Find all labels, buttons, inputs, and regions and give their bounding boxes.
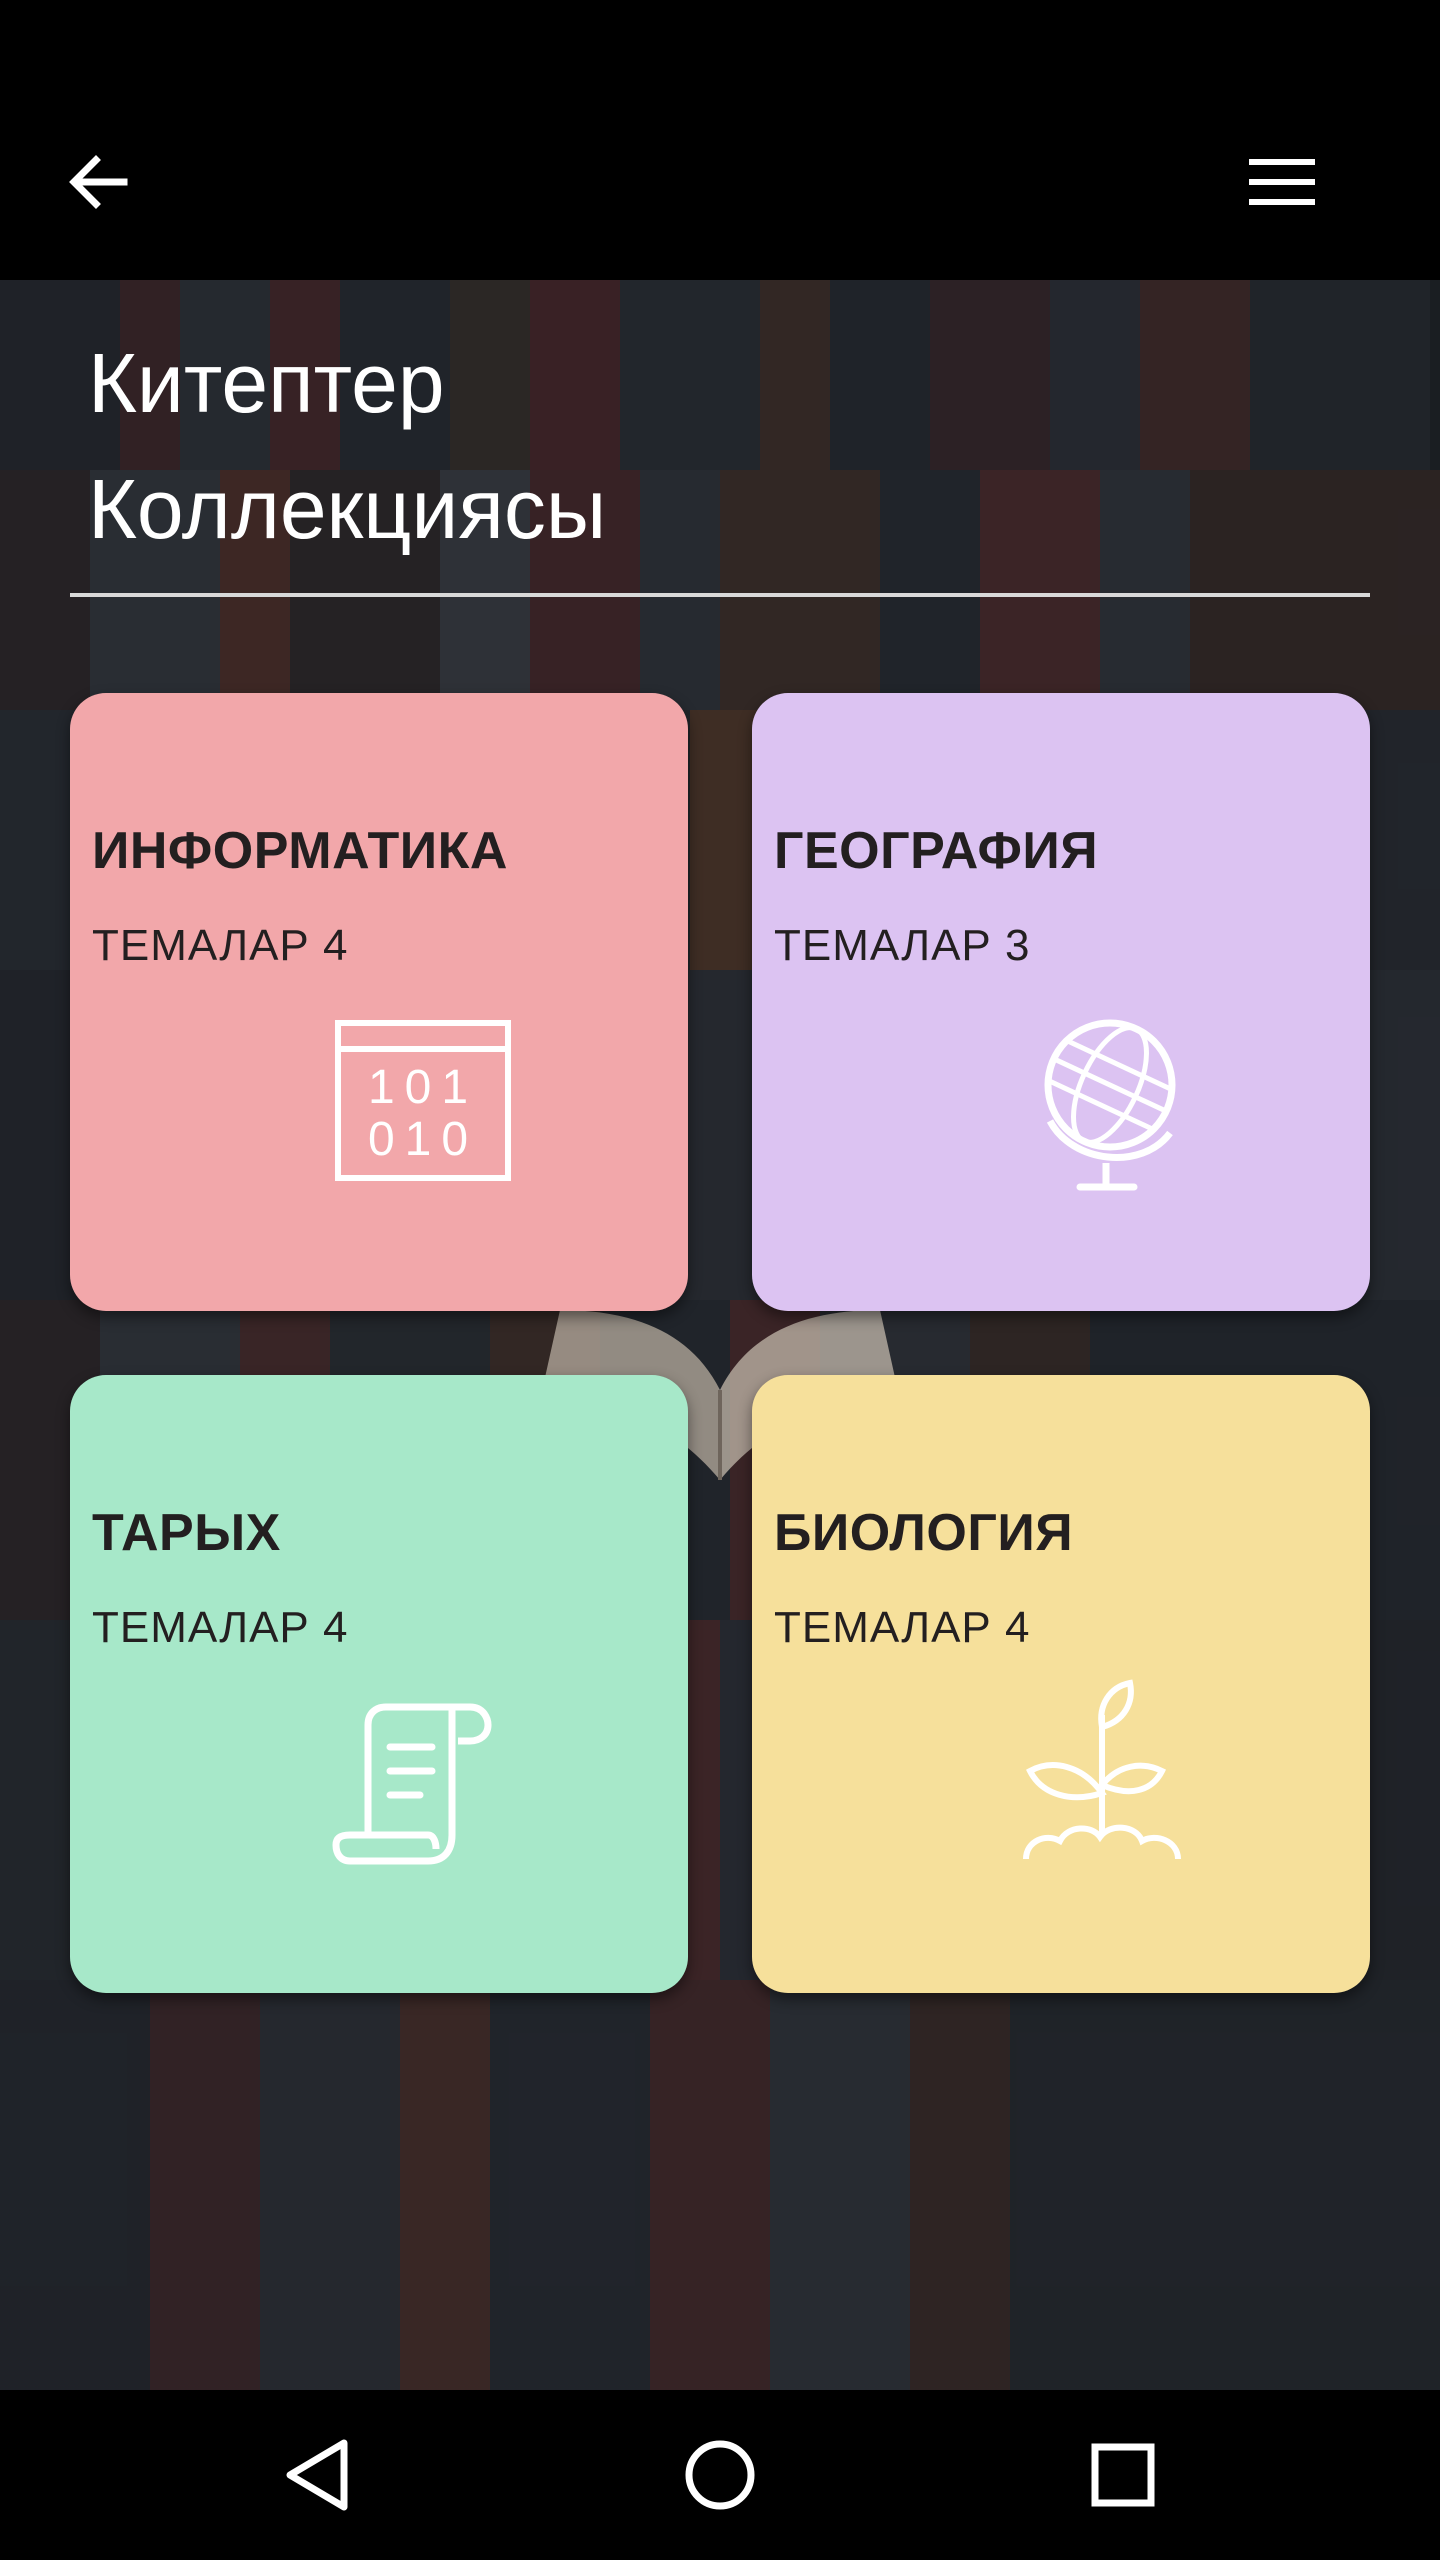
globe-icon	[1044, 1019, 1176, 1191]
title-divider	[70, 593, 1370, 597]
card-subtitle: ТЕМАЛАР 3	[774, 921, 1031, 970]
nav-back-triangle-icon	[286, 2439, 348, 2511]
card-title: БИОЛОГИЯ	[774, 1504, 1074, 1562]
main-content: Китептер Коллекциясы ИНФОРМАТИКА ТЕМАЛАР…	[0, 280, 1440, 2390]
nav-home-button[interactable]	[665, 2420, 775, 2530]
card-subtitle: ТЕМАЛАР 4	[774, 1603, 1031, 1652]
page-title-line1: Китептер	[88, 336, 445, 430]
nav-recents-square-icon	[1091, 2443, 1155, 2507]
back-button[interactable]	[56, 140, 140, 224]
app-bar	[0, 0, 1440, 280]
nav-back-button[interactable]	[262, 2420, 372, 2530]
card-geography[interactable]: ГЕОГРАФИЯ ТЕМАЛАР 3	[752, 693, 1370, 1311]
card-history[interactable]: ТАРЫХ ТЕМАЛАР 4	[70, 1375, 688, 1993]
svg-text:101: 101	[368, 1061, 478, 1114]
system-nav-bar	[0, 2390, 1440, 2560]
svg-text:010: 010	[368, 1113, 478, 1166]
hamburger-menu-icon	[1249, 159, 1315, 205]
sprout-icon	[1023, 1679, 1181, 1860]
nav-home-circle-icon	[685, 2440, 755, 2510]
card-title: ИНФОРМАТИКА	[92, 822, 508, 880]
menu-button[interactable]	[1240, 140, 1324, 224]
nav-recents-button[interactable]	[1068, 2420, 1178, 2530]
page-title: Китептер Коллекциясы	[88, 320, 1288, 572]
binary-code-icon: 101 010	[335, 1020, 511, 1181]
card-subtitle: ТЕМАЛАР 4	[92, 1603, 349, 1652]
card-title: ГЕОГРАФИЯ	[774, 822, 1099, 880]
card-subtitle: ТЕМАЛАР 4	[92, 921, 349, 970]
page-title-line2: Коллекциясы	[88, 462, 607, 556]
arrow-left-icon	[69, 155, 128, 209]
card-biology[interactable]: БИОЛОГИЯ ТЕМАЛАР 4	[752, 1375, 1370, 1993]
card-informatics[interactable]: ИНФОРМАТИКА ТЕМАЛАР 4 101 010	[70, 693, 688, 1311]
scroll-icon	[332, 1703, 492, 1865]
card-title: ТАРЫХ	[92, 1504, 281, 1562]
